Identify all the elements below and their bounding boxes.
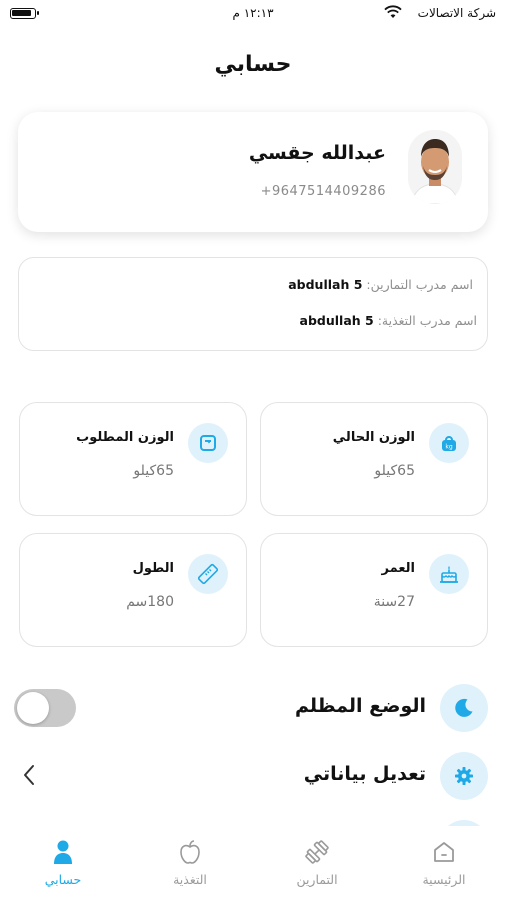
current-weight-label: الوزن الحالي [332,430,415,445]
age-label: العمر [381,561,415,576]
tab-workouts-label: التمارين [296,872,338,887]
gear-icon [440,752,488,800]
dark-mode-label: الوضع المظلم [294,695,426,717]
page-title: حسابي [214,52,292,77]
dark-mode-toggle[interactable] [14,689,76,727]
edit-data-row[interactable]: تعديل بياناتي [0,752,506,802]
workout-trainer-value: abdullah 5 [288,277,363,292]
nutrition-trainer-value: abdullah 5 [299,313,374,328]
profile-phone: +9647514409286 [260,184,386,199]
current-weight-value: 65كيلو [374,463,415,479]
height-label: الطول [132,561,174,576]
tab-nutrition[interactable]: التغذية [135,838,245,887]
ruler-icon [188,554,228,594]
current-weight-card[interactable]: kg الوزن الحالي 65كيلو [260,402,488,516]
weight-icon: kg [429,423,469,463]
tab-nutrition-label: التغذية [173,872,207,887]
workout-trainer-row: اسم مدرب التمارين: abdullah 5 [288,277,473,292]
birthday-cake-icon [429,554,469,594]
tab-account-label: حسابي [44,872,82,887]
apple-icon [180,840,200,864]
wifi-icon [384,5,402,18]
tab-home[interactable]: الرئيسية [389,838,499,887]
nutrition-trainer-label: اسم مدرب التغذية: [377,313,477,328]
toggle-knob [17,692,49,724]
nutrition-trainer-row: اسم مدرب التغذية: abdullah 5 [300,313,477,328]
target-weight-card[interactable]: الوزن المطلوب 65كيلو [19,402,247,516]
tab-home-label: الرئيسية [422,872,466,887]
workout-trainer-label: اسم مدرب التمارين: [366,277,473,292]
trainers-card: اسم مدرب التمارين: abdullah 5 اسم مدرب ا… [18,257,488,351]
target-weight-value: 65كيلو [133,463,174,479]
chevron-left-icon [24,765,34,785]
profile-name: عبدالله جقسي [248,142,386,164]
height-value: 180سم [126,594,174,610]
svg-text:kg: kg [445,444,452,451]
dark-mode-row: الوضع المظلم [0,684,506,734]
tab-workouts[interactable]: التمارين [262,838,372,887]
age-card[interactable]: العمر 27سنة [260,533,488,647]
edit-data-label: تعديل بياناتي [303,763,426,785]
profile-card[interactable]: عبدالله جقسي +9647514409286 [18,112,488,232]
bottom-tab-bar: الرئيسية التمارين التغذية حسابي [0,826,506,900]
target-weight-label: الوزن المطلوب [76,430,174,445]
dumbbell-icon [305,840,329,864]
age-value: 27سنة [373,594,415,610]
carrier-name: شركة الاتصالات [417,6,496,20]
user-icon [54,840,72,864]
avatar [408,130,462,204]
tab-account[interactable]: حسابي [8,838,118,887]
moon-icon [440,684,488,732]
scale-icon [188,423,228,463]
home-icon [434,842,454,862]
height-card[interactable]: الطول 180سم [19,533,247,647]
status-bar: ١٢:١٣ م شركة الاتصالات [0,0,506,28]
